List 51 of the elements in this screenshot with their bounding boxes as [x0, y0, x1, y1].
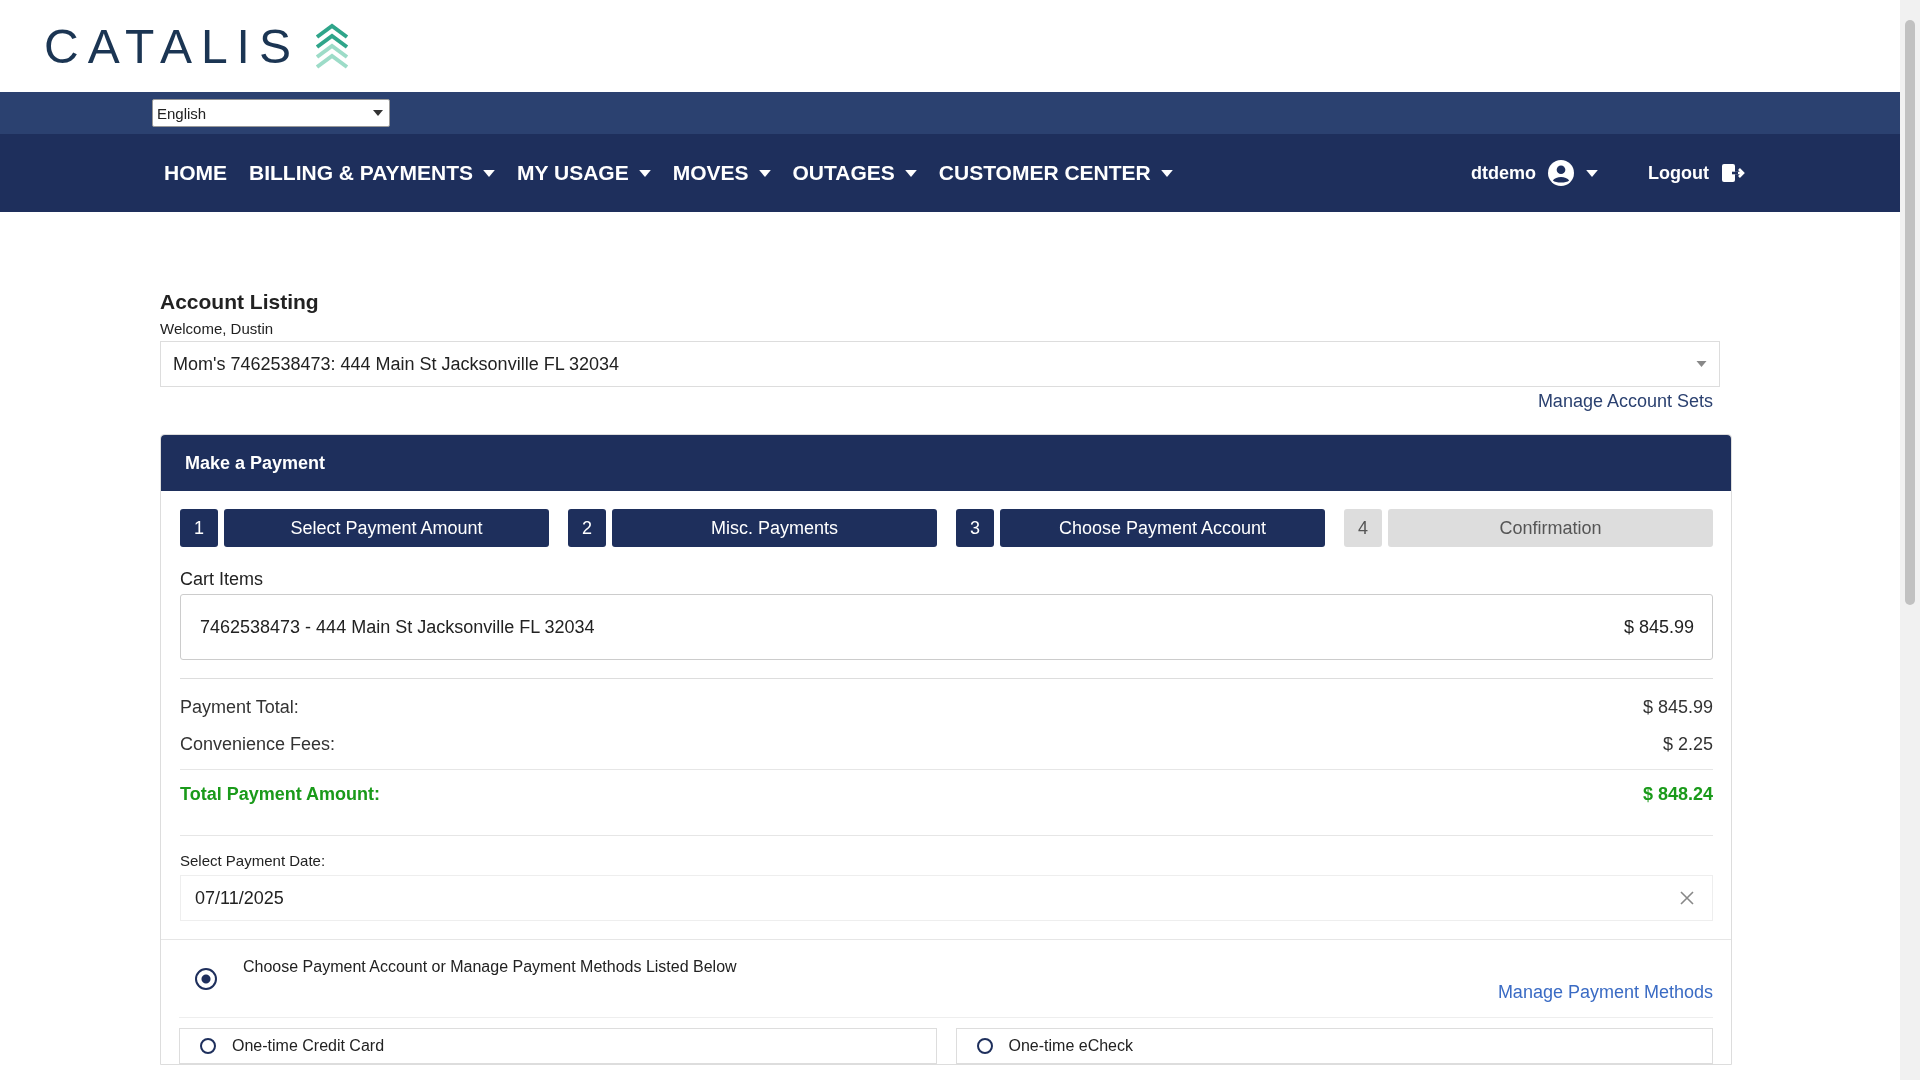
cart-item-amount: $ 845.99: [1623, 616, 1694, 638]
cart-item-description: 7462538473 - 444 Main St Jacksonville FL 32034: [200, 616, 595, 638]
step-number: 2: [568, 509, 606, 547]
summary-value: $ 2.25: [1662, 734, 1713, 755]
account-dropdown[interactable]: Mom's 7462538473: 444 Main St Jacksonville FL 32034: [160, 341, 1720, 387]
cart-items-label: Cart Items: [180, 569, 264, 590]
caret-icon: [373, 110, 383, 116]
step-button[interactable]: Select Payment Amount: [224, 509, 549, 547]
summary-label: Total Payment Amount:: [180, 784, 380, 805]
summary-label: Payment Total:: [180, 697, 299, 718]
chevron-logo-icon: [313, 23, 350, 69]
payment-option-label: Choose Payment Account or Manage Payment Methods Listed Below: [243, 958, 738, 976]
step-number: 3: [956, 509, 994, 547]
step-button[interactable]: Choose Payment Account: [1000, 509, 1325, 547]
payment-option-label: One-time Credit Card: [232, 1037, 385, 1055]
summary-label: Convenience Fees:: [180, 734, 336, 755]
step-number: 4: [1344, 509, 1382, 547]
step-button[interactable]: Misc. Payments: [612, 509, 937, 547]
user-menu[interactable]: dtdemo: [1471, 160, 1598, 186]
step-number: 1: [180, 509, 218, 547]
radio-button[interactable]: [200, 1038, 216, 1054]
make-payment-title: Make a Payment: [185, 452, 326, 474]
nav-menu-item[interactable]: OUTAGES: [792, 161, 917, 185]
payment-option-card[interactable]: One-time Credit Card: [179, 1028, 937, 1064]
scrollbar[interactable]: [1900, 0, 1920, 1080]
logout-link[interactable]: Logout: [1648, 162, 1745, 184]
payment-date-field[interactable]: 07/11/2025: [180, 875, 1713, 921]
caret-icon: [1696, 361, 1707, 367]
nav-menu-item[interactable]: BILLING & PAYMENTS: [249, 161, 496, 185]
step-button[interactable]: Confirmation: [1388, 509, 1713, 547]
manage-payment-methods-link[interactable]: Manage Payment Methods: [1497, 982, 1713, 1003]
caret-icon: [1586, 169, 1598, 177]
nav-menu-item[interactable]: HOME: [164, 161, 227, 185]
manage-account-sets-link[interactable]: Manage Account Sets: [1537, 391, 1713, 412]
nav-menu-item[interactable]: MOVES: [672, 161, 771, 185]
radio-button[interactable]: [976, 1038, 993, 1054]
radio-button[interactable]: [195, 968, 217, 990]
language-dropdown[interactable]: English: [152, 99, 390, 127]
nav-menu-item[interactable]: CUSTOMER CENTER: [938, 161, 1173, 185]
payment-date-label: Select Payment Date:: [180, 835, 1713, 869]
account-listing-title: Account Listing: [160, 290, 320, 314]
nav-menu-item[interactable]: MY USAGE: [517, 161, 651, 185]
clear-icon[interactable]: [1680, 891, 1694, 905]
logout-icon: [1721, 162, 1745, 184]
payment-option-card[interactable]: One-time eCheck: [955, 1028, 1713, 1064]
summary-value: $ 848.24: [1642, 784, 1713, 805]
welcome-text: Welcome, Dustin: [160, 320, 275, 337]
summary-value: $ 845.99: [1642, 697, 1713, 718]
user-avatar-icon: [1548, 160, 1574, 186]
payment-option-label: One-time eCheck: [1008, 1037, 1133, 1055]
logo-text: CATALIS: [44, 18, 300, 74]
